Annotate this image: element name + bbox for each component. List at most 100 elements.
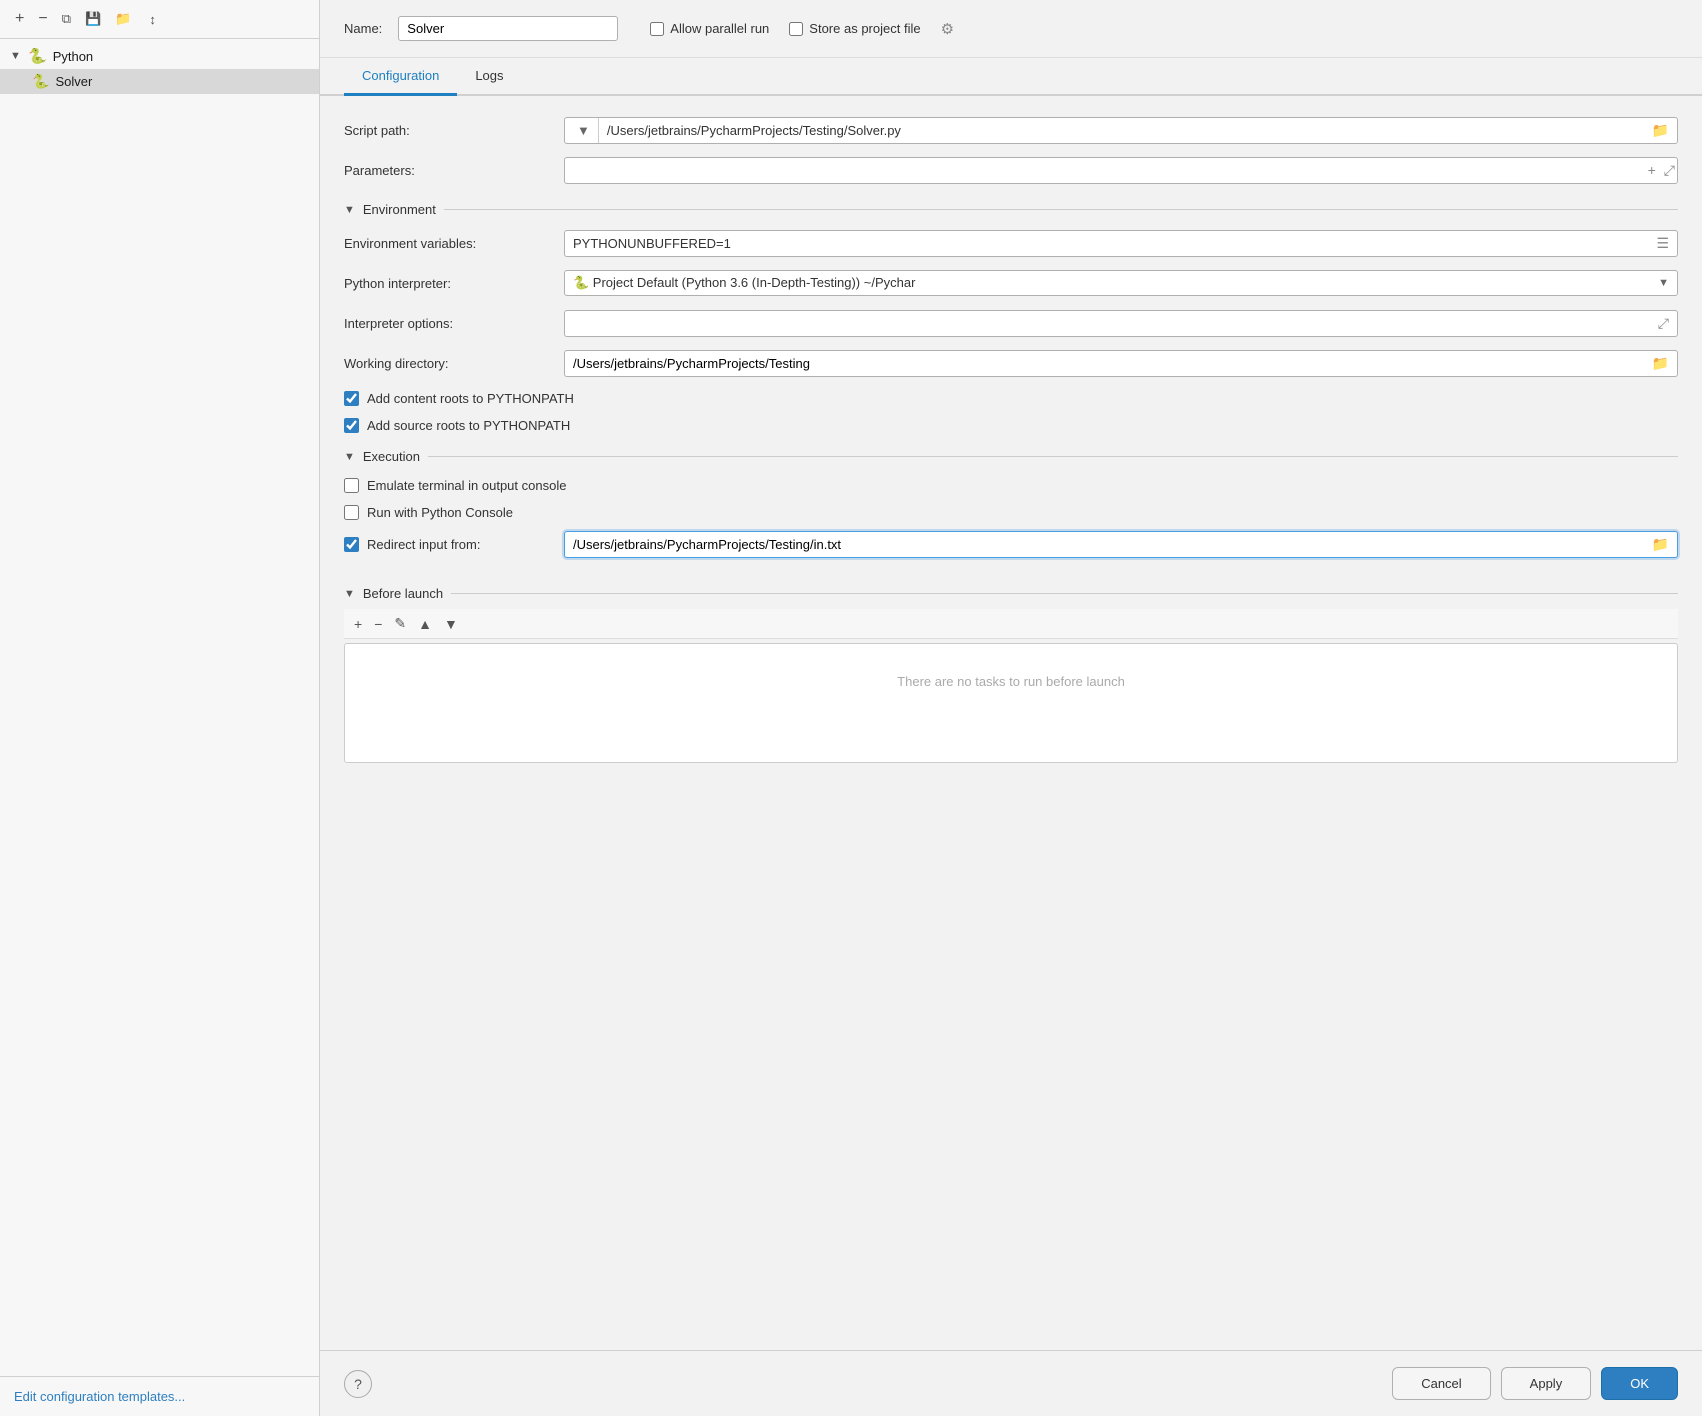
- redirect-input-checkbox[interactable]: [344, 537, 359, 552]
- interpreter-options-row: Interpreter options: ⤢: [344, 305, 1678, 341]
- folder-config-button[interactable]: 📁: [110, 9, 136, 29]
- working-directory-row: Working directory: 📁: [344, 345, 1678, 381]
- tab-configuration[interactable]: Configuration: [344, 58, 457, 96]
- before-launch-divider: [451, 593, 1678, 594]
- working-directory-container: 📁: [564, 350, 1678, 377]
- save-config-button[interactable]: 💾: [80, 9, 106, 29]
- environment-section-label: Environment: [363, 202, 436, 217]
- before-launch-box: There are no tasks to run before launch: [344, 643, 1678, 763]
- before-launch-edit-button[interactable]: ✎: [390, 613, 410, 634]
- emulate-terminal-row: Emulate terminal in output console: [344, 478, 1678, 493]
- copy-config-button[interactable]: ⧉: [57, 9, 76, 29]
- emulate-terminal-label: Emulate terminal in output console: [367, 478, 566, 493]
- working-directory-browse-icon[interactable]: 📁: [1644, 351, 1677, 376]
- expand-arrow-icon: ▼: [10, 50, 22, 62]
- environment-expand-icon[interactable]: ▼: [344, 204, 355, 216]
- env-edit-icon[interactable]: ☰: [1648, 231, 1677, 256]
- execution-divider: [428, 456, 1678, 457]
- sidebar-item-solver[interactable]: 🐍 Solver: [0, 69, 319, 94]
- run-configuration-dialog: + − ⧉ 💾 📁 ↕ ▼ 🐍 Python 🐍 Solver Ed: [0, 0, 1702, 1416]
- allow-parallel-item: Allow parallel run: [650, 21, 769, 36]
- before-launch-expand-icon[interactable]: ▼: [344, 588, 355, 600]
- python-interpreter-row: Python interpreter: 🐍 Project Default (P…: [344, 265, 1678, 301]
- allow-parallel-checkbox[interactable]: [650, 22, 664, 36]
- redirect-input-label-area: Redirect input from:: [344, 537, 564, 552]
- store-project-checkbox[interactable]: [789, 22, 803, 36]
- env-variables-row: Environment variables: PYTHONUNBUFFERED=…: [344, 225, 1678, 261]
- sort-config-button[interactable]: ↕: [144, 10, 161, 29]
- add-config-button[interactable]: +: [10, 8, 29, 30]
- name-input[interactable]: [398, 16, 618, 41]
- env-variables-input-container: PYTHONUNBUFFERED=1 ☰: [564, 230, 1678, 257]
- before-launch-down-button[interactable]: ▼: [440, 614, 462, 634]
- add-source-roots-row: Add source roots to PYTHONPATH: [344, 418, 1678, 433]
- before-launch-add-button[interactable]: +: [350, 614, 366, 634]
- right-panel: Name: Allow parallel run Store as projec…: [320, 0, 1702, 1416]
- tab-logs[interactable]: Logs: [457, 58, 521, 96]
- redirect-input-row: Redirect input from: 📁: [344, 526, 1678, 562]
- main-area: + − ⧉ 💾 📁 ↕ ▼ 🐍 Python 🐍 Solver Ed: [0, 0, 1702, 1416]
- add-content-roots-checkbox[interactable]: [344, 391, 359, 406]
- ok-button[interactable]: OK: [1601, 1367, 1678, 1400]
- before-launch-section-header: ▼ Before launch: [344, 586, 1678, 601]
- folder-browse-icon[interactable]: 📁: [1644, 118, 1677, 143]
- edit-templates-link[interactable]: Edit configuration templates...: [14, 1389, 185, 1404]
- execution-section-header: ▼ Execution: [344, 449, 1678, 464]
- redirect-input-control: 📁: [564, 531, 1678, 558]
- working-directory-label: Working directory:: [344, 356, 564, 371]
- sidebar-toolbar: + − ⧉ 💾 📁 ↕: [0, 0, 319, 39]
- environment-divider: [444, 209, 1678, 210]
- add-source-roots-checkbox[interactable]: [344, 418, 359, 433]
- apply-button[interactable]: Apply: [1501, 1367, 1592, 1400]
- run-python-console-checkbox[interactable]: [344, 505, 359, 520]
- working-directory-input[interactable]: [565, 351, 1644, 376]
- configuration-content: Script path: ▼ /Users/jetbrains/PycharmP…: [320, 96, 1702, 1350]
- sidebar-item-python[interactable]: ▼ 🐍 Python: [0, 43, 319, 69]
- script-path-control: ▼ /Users/jetbrains/PycharmProjects/Testi…: [564, 117, 1678, 144]
- remove-config-button[interactable]: −: [33, 8, 52, 30]
- script-path-selector: ▼ /Users/jetbrains/PycharmProjects/Testi…: [564, 117, 1678, 144]
- interpreter-options-control: ⤢: [564, 310, 1678, 337]
- before-launch-up-button[interactable]: ▲: [414, 614, 436, 634]
- redirect-input-browse-icon[interactable]: 📁: [1644, 532, 1677, 557]
- python-interpreter-control: 🐍 Project Default (Python 3.6 (In-Depth-…: [564, 270, 1678, 296]
- gear-icon[interactable]: ⚙: [941, 20, 954, 38]
- script-path-value: /Users/jetbrains/PycharmProjects/Testing…: [599, 118, 1644, 143]
- allow-parallel-label: Allow parallel run: [670, 21, 769, 36]
- before-launch-remove-button[interactable]: −: [370, 614, 386, 634]
- redirect-input-container: 📁: [564, 531, 1678, 558]
- emulate-terminal-checkbox[interactable]: [344, 478, 359, 493]
- solver-label: Solver: [55, 74, 92, 89]
- bottom-bar: ? Cancel Apply OK: [320, 1350, 1702, 1416]
- params-expand-icon[interactable]: ⤢: [1662, 162, 1677, 179]
- cancel-button[interactable]: Cancel: [1392, 1367, 1490, 1400]
- name-label: Name:: [344, 21, 382, 36]
- working-directory-control: 📁: [564, 350, 1678, 377]
- interpreter-options-input[interactable]: [565, 311, 1650, 336]
- interpreter-options-expand-icon[interactable]: ⤢: [1650, 311, 1677, 336]
- execution-expand-icon[interactable]: ▼: [344, 451, 355, 463]
- parameters-control: + ⤢: [564, 157, 1678, 184]
- sidebar-tree: ▼ 🐍 Python 🐍 Solver: [0, 39, 319, 1376]
- interpreter-options-label: Interpreter options:: [344, 316, 564, 331]
- parameters-input-container: + ⤢: [564, 157, 1678, 184]
- help-button[interactable]: ?: [344, 1370, 372, 1398]
- python-group-icon: 🐍: [28, 47, 47, 65]
- header: Name: Allow parallel run Store as projec…: [320, 0, 1702, 58]
- parameters-input[interactable]: [565, 158, 1646, 183]
- bottom-right: Cancel Apply OK: [1392, 1367, 1678, 1400]
- environment-section-header: ▼ Environment: [344, 202, 1678, 217]
- redirect-input-label: Redirect input from:: [367, 537, 480, 552]
- script-path-dropdown[interactable]: ▼: [565, 118, 599, 143]
- interpreter-options-container: ⤢: [564, 310, 1678, 337]
- script-path-label: Script path:: [344, 123, 564, 138]
- parameters-label: Parameters:: [344, 163, 564, 178]
- add-content-roots-row: Add content roots to PYTHONPATH: [344, 391, 1678, 406]
- env-variables-value: PYTHONUNBUFFERED=1: [565, 231, 1648, 256]
- python-interpreter-select[interactable]: 🐍 Project Default (Python 3.6 (In-Depth-…: [564, 270, 1678, 296]
- params-add-icon[interactable]: +: [1646, 162, 1658, 179]
- redirect-input-input[interactable]: [565, 532, 1644, 557]
- parameters-row: Parameters: + ⤢: [344, 152, 1678, 188]
- header-checkboxes: Allow parallel run Store as project file…: [650, 20, 954, 38]
- add-content-roots-label: Add content roots to PYTHONPATH: [367, 391, 574, 406]
